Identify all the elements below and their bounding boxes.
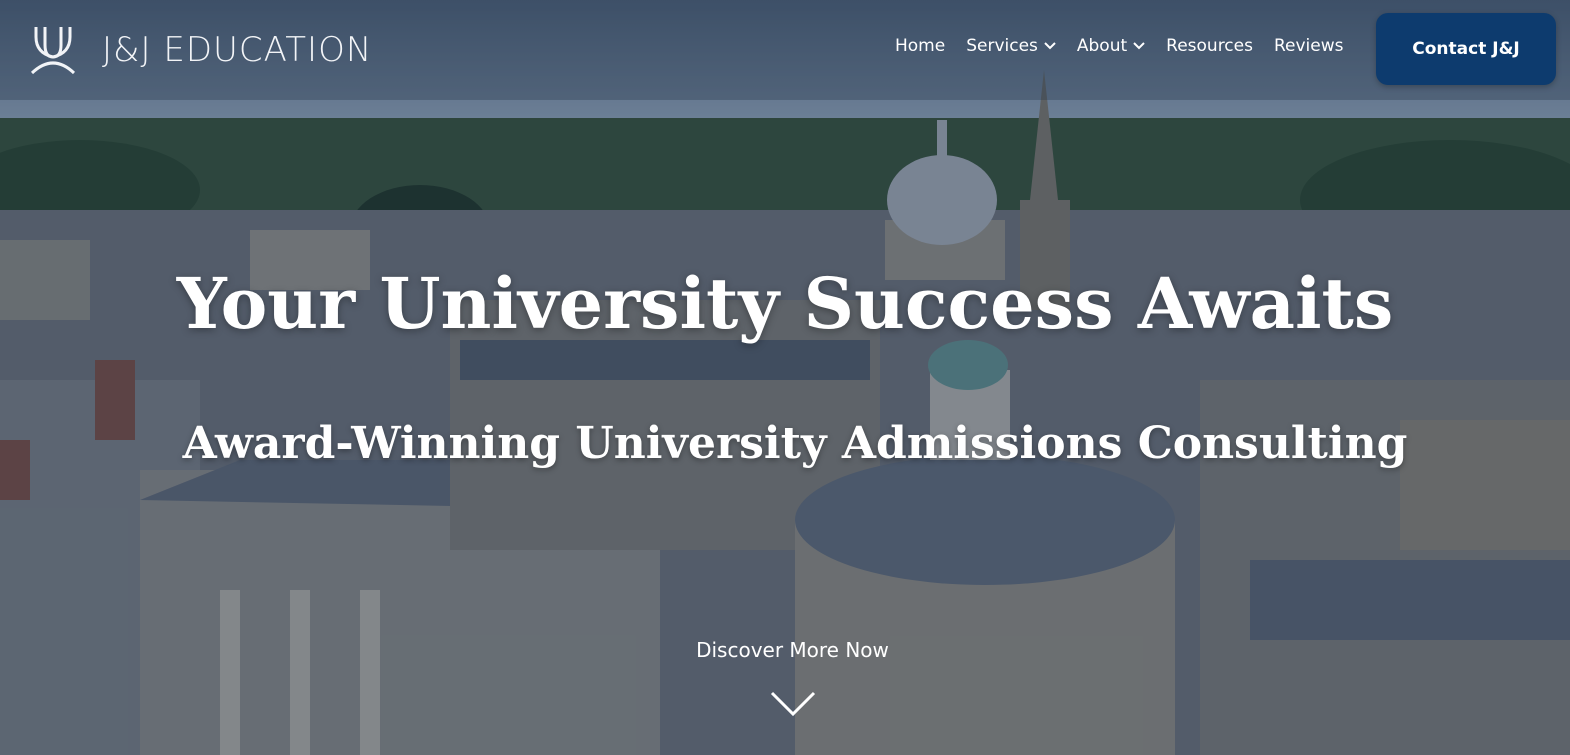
nav-reviews[interactable]: Reviews [1274, 36, 1344, 56]
chevron-down-icon[interactable] [770, 690, 816, 718]
chevron-down-icon [1044, 42, 1056, 50]
nav-services-label: Services [966, 36, 1038, 56]
main-nav: Home Services About Resources Reviews [895, 36, 1365, 56]
nav-home[interactable]: Home [895, 36, 945, 56]
nav-resources[interactable]: Resources [1166, 36, 1253, 56]
brand-logo[interactable]: J&J EDUCATION [28, 22, 372, 78]
brand-logo-icon [30, 27, 76, 75]
discover-more-link[interactable]: Discover More Now [0, 638, 1570, 662]
brand-name: J&J EDUCATION [102, 30, 373, 70]
chevron-down-icon [1133, 42, 1145, 50]
nav-services[interactable]: Services [966, 36, 1056, 56]
contact-button[interactable]: Contact J&J [1376, 13, 1556, 85]
site-header: J&J EDUCATION Home Services About Resour… [0, 0, 1570, 100]
nav-about[interactable]: About [1077, 36, 1145, 56]
hero-title: Your University Success Awaits [176, 262, 1394, 345]
hero-subtitle: Award-Winning University Admissions Cons… [182, 418, 1408, 469]
nav-about-label: About [1076, 36, 1128, 56]
